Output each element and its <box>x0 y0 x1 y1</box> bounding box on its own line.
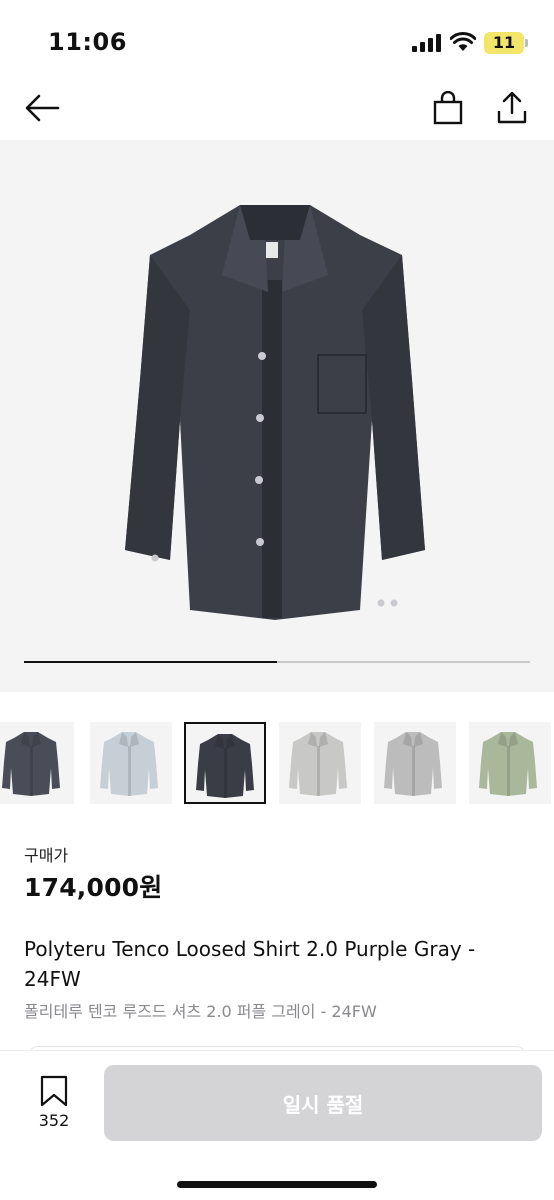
status-bar: 11:06 11 <box>0 0 554 80</box>
battery-indicator: 11 <box>484 32 528 54</box>
product-thumbnail[interactable] <box>184 722 266 804</box>
thumbnail-image <box>2 732 60 796</box>
thumbnail-image <box>479 732 537 796</box>
wishlist-button[interactable]: 352 <box>28 1075 80 1131</box>
arrow-left-icon <box>25 94 60 122</box>
product-title-ko: 폴리테루 텐코 루즈드 셔츠 2.0 퍼플 그레이 - 24FW <box>24 1002 377 1021</box>
thumbnail-image <box>384 732 442 796</box>
gallery-progress-fill <box>24 661 277 663</box>
price-label: 구매가 <box>24 846 69 865</box>
share-button[interactable] <box>492 88 532 128</box>
back-button[interactable] <box>22 88 62 128</box>
product-title-en: Polyteru Tenco Loosed Shirt 2.0 Purple G… <box>24 937 476 991</box>
home-indicator <box>177 1181 377 1188</box>
price: 174,000원 <box>24 873 163 902</box>
product-thumbnail[interactable] <box>469 722 551 804</box>
status-time: 11:06 <box>48 28 127 56</box>
thumbnail-strip[interactable] <box>0 722 554 806</box>
product-image-gallery[interactable] <box>0 140 554 692</box>
thumbnail-image <box>289 732 347 796</box>
wifi-icon <box>450 32 476 51</box>
wishlist-count: 352 <box>38 1111 70 1130</box>
gallery-progress-bar <box>24 661 530 663</box>
product-image <box>125 205 425 620</box>
thumbnail-image <box>100 732 158 796</box>
product-thumbnail[interactable] <box>374 722 456 804</box>
product-thumbnail[interactable] <box>0 722 74 804</box>
cellular-signal-icon <box>412 34 441 52</box>
nav-bar <box>0 80 554 136</box>
bookmark-icon <box>40 1075 68 1107</box>
product-thumbnail[interactable] <box>279 722 361 804</box>
shopping-bag-icon <box>433 91 463 125</box>
sold-out-button[interactable]: 일시 품절 <box>104 1065 542 1141</box>
thumbnail-image <box>196 734 254 798</box>
product-thumbnail[interactable] <box>90 722 172 804</box>
cart-button[interactable] <box>428 88 468 128</box>
bottom-action-bar: 352 일시 품절 <box>0 1050 554 1200</box>
share-upload-icon <box>497 91 527 124</box>
